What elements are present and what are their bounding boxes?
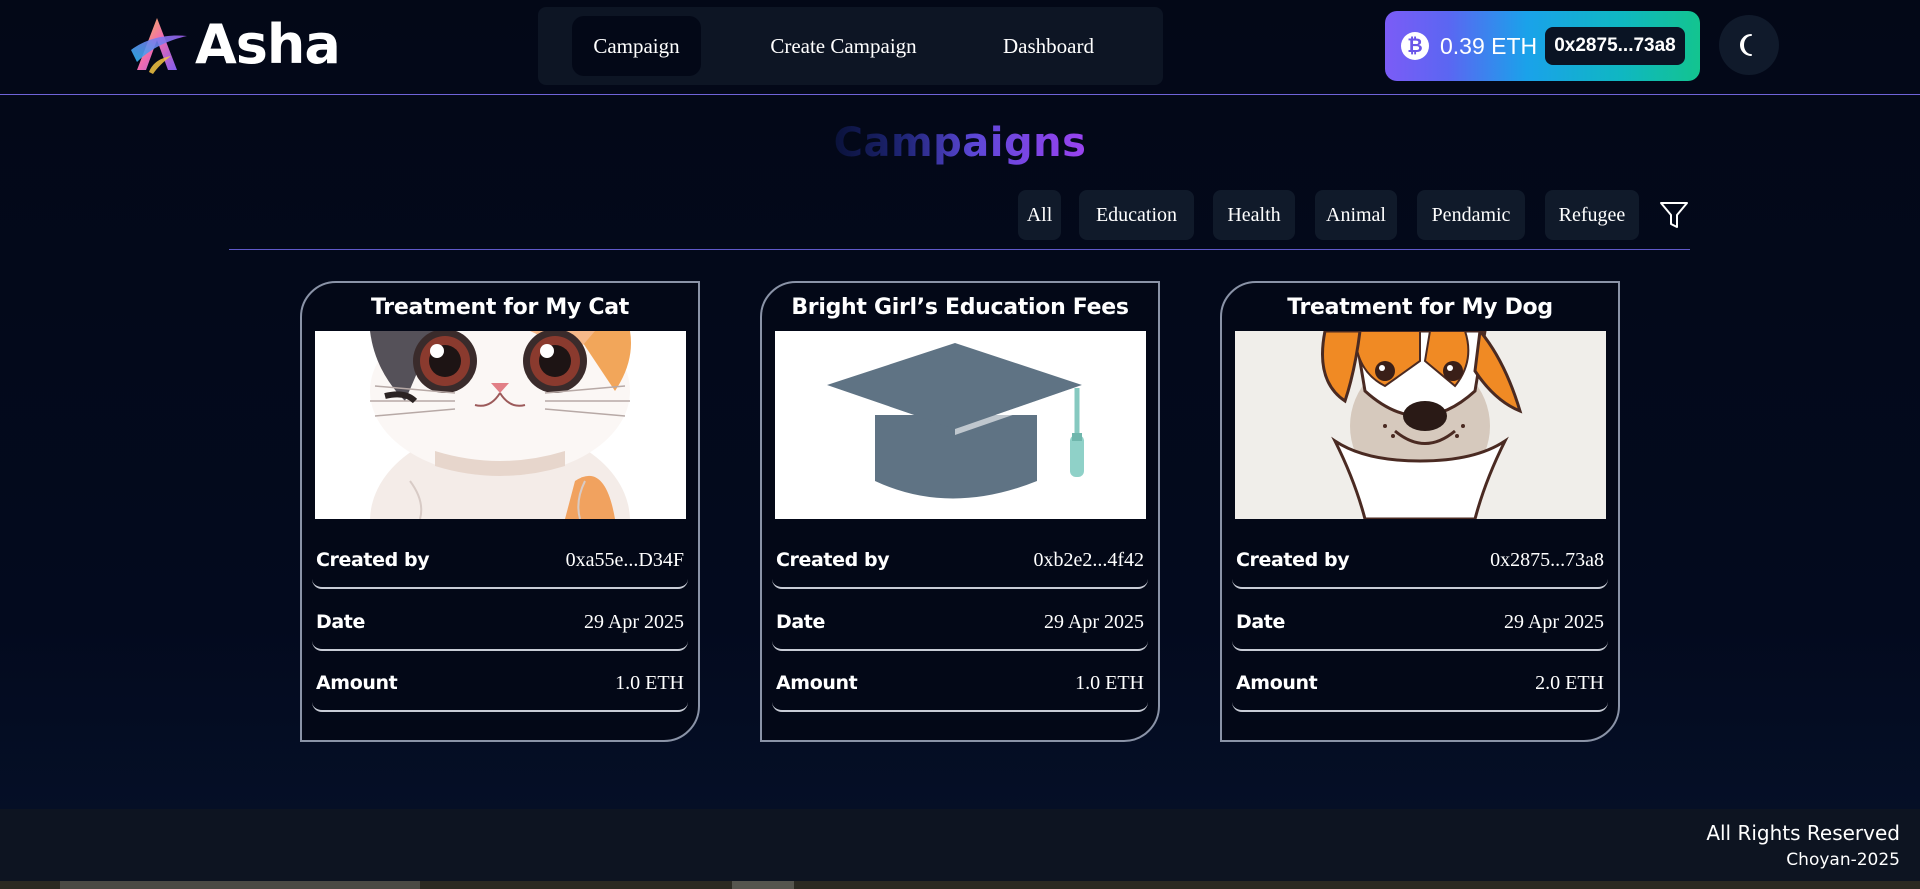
campaign-title: Bright Girl’s Education Fees (791, 295, 1129, 320)
date-row: Date 29 Apr 2025 (1232, 599, 1608, 651)
campaign-title: Treatment for My Dog (1287, 295, 1553, 320)
nav-dashboard[interactable]: Dashboard (986, 16, 1111, 76)
top-navbar: Asha Campaign Create Campaign Dashboard … (0, 0, 1920, 95)
campaign-image-cat (315, 331, 686, 519)
date-row: Date 29 Apr 2025 (312, 599, 688, 651)
app-logo[interactable]: Asha (127, 13, 341, 76)
amount-row: Amount 1.0 ETH (312, 660, 688, 712)
nav-create-campaign[interactable]: Create Campaign (745, 16, 942, 76)
campaign-card[interactable]: Bright Girl’s Education Fees Created by … (760, 281, 1160, 742)
moon-icon (1740, 34, 1752, 56)
created-by-row: Created by 0xb2e2...4f42 (772, 537, 1148, 589)
created-by-value: 0x2875...73a8 (1490, 549, 1604, 571)
amount-label: Amount (1236, 672, 1318, 694)
date-label: Date (316, 611, 365, 633)
amount-value: 1.0 ETH (1075, 672, 1144, 694)
dog-illustration (1235, 331, 1606, 519)
amount-row: Amount 1.0 ETH (772, 660, 1148, 712)
filter-icon[interactable] (1658, 199, 1690, 231)
page-footer: All Rights Reserved Choyan-2025 (0, 809, 1920, 889)
app-name: Asha (195, 13, 341, 76)
date-value: 29 Apr 2025 (1044, 611, 1144, 633)
filter-chip-animal[interactable]: Animal (1315, 190, 1397, 240)
filter-chip-refugee[interactable]: Refugee (1545, 190, 1639, 240)
date-label: Date (776, 611, 825, 633)
graduation-cap-illustration (775, 331, 1146, 519)
amount-value: 1.0 ETH (615, 672, 684, 694)
campaign-card[interactable]: Treatment for My Cat Created by 0xa55e..… (300, 281, 700, 742)
campaign-title: Treatment for My Cat (370, 295, 629, 320)
date-value: 29 Apr 2025 (584, 611, 684, 633)
cat-illustration (315, 331, 686, 519)
theme-toggle-button[interactable] (1719, 15, 1779, 75)
bitcoin-icon: ₿ (1401, 32, 1429, 60)
created-by-row: Created by 0x2875...73a8 (1232, 537, 1608, 589)
wallet-widget[interactable]: ₿ 0.39 ETH 0x2875...73a8 (1385, 11, 1700, 81)
amount-value: 2.0 ETH (1535, 672, 1604, 694)
horizontal-scrollbar[interactable] (0, 881, 1920, 889)
scrollbar-thumb[interactable] (732, 881, 794, 889)
logo-star-icon (131, 18, 187, 74)
section-divider (229, 249, 1690, 250)
filter-chip-pendamic[interactable]: Pendamic (1417, 190, 1525, 240)
filter-chip-all[interactable]: All (1018, 190, 1061, 240)
footer-rights: All Rights Reserved (1706, 821, 1900, 845)
filter-chip-health[interactable]: Health (1213, 190, 1295, 240)
created-by-label: Created by (316, 549, 430, 571)
created-by-value: 0xa55e...D34F (565, 549, 684, 571)
page-title: Campaigns (833, 120, 1087, 166)
campaign-image-dog (1235, 331, 1606, 519)
created-by-row: Created by 0xa55e...D34F (312, 537, 688, 589)
amount-label: Amount (316, 672, 398, 694)
main-nav: Campaign Create Campaign Dashboard (538, 7, 1163, 85)
nav-campaign[interactable]: Campaign (572, 16, 701, 76)
created-by-label: Created by (1236, 549, 1350, 571)
created-by-value: 0xb2e2...4f42 (1033, 549, 1144, 571)
footer-credit: Choyan-2025 (1786, 850, 1900, 870)
date-value: 29 Apr 2025 (1504, 611, 1604, 633)
scrollbar-segment (60, 881, 420, 889)
filter-chip-education[interactable]: Education (1079, 190, 1194, 240)
date-label: Date (1236, 611, 1285, 633)
amount-label: Amount (776, 672, 858, 694)
date-row: Date 29 Apr 2025 (772, 599, 1148, 651)
wallet-balance: 0.39 ETH (1440, 33, 1538, 59)
campaign-card[interactable]: Treatment for My Dog Created by 0x2875..… (1220, 281, 1620, 742)
wallet-address[interactable]: 0x2875...73a8 (1545, 27, 1685, 65)
campaign-image-education (775, 331, 1146, 519)
amount-row: Amount 2.0 ETH (1232, 660, 1608, 712)
created-by-label: Created by (776, 549, 890, 571)
